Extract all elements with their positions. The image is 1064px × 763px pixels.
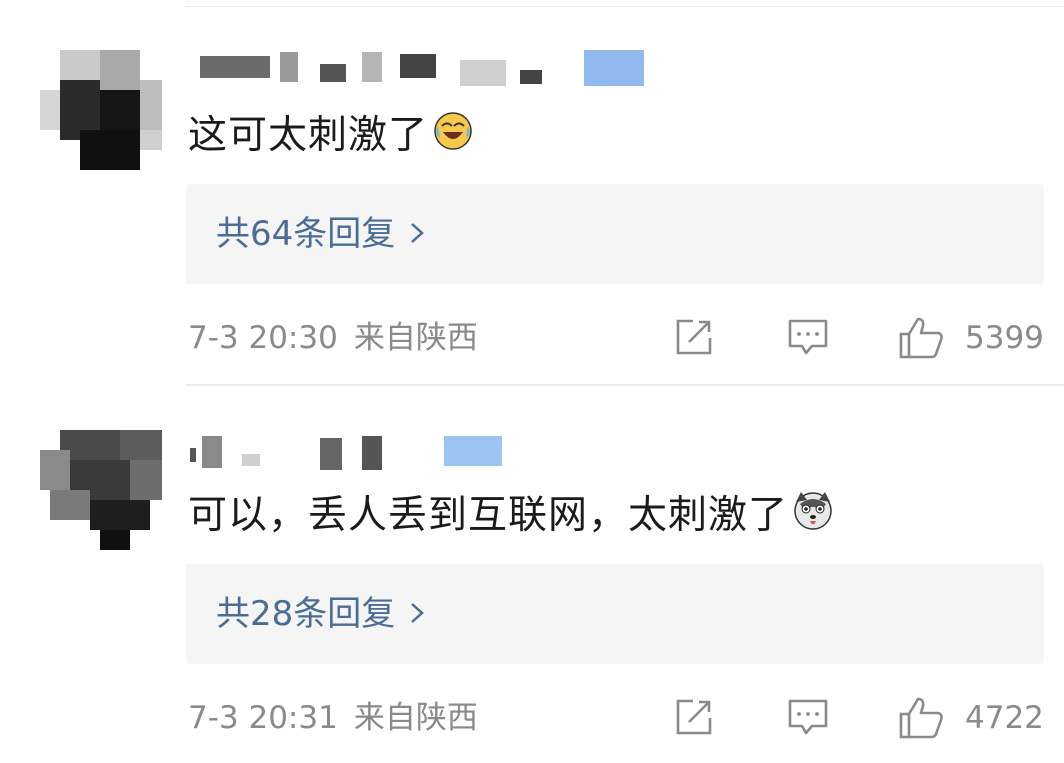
top-divider [186,6,1064,7]
replies-box[interactable]: 共28条回复 [186,564,1044,664]
location: 来自陕西 [353,320,478,356]
share-icon[interactable] [673,696,715,742]
comment-meta: 7-3 20:30 来自陕西 [188,318,478,358]
timestamp: 7-3 20:30 [188,320,338,356]
share-icon[interactable] [673,316,715,362]
thumbs-up-icon[interactable] [898,316,946,364]
like-count: 5399 [965,320,1044,356]
avatar[interactable] [40,50,162,172]
replies-box[interactable]: 共64条回复 [186,184,1044,284]
chevron-right-icon [409,212,425,256]
location: 来自陕西 [353,700,478,736]
replies-link[interactable]: 共64条回复 [216,212,425,256]
like-count: 4722 [965,700,1044,736]
comment-divider [186,384,1064,386]
chevron-right-icon [409,592,425,636]
username-redacted[interactable] [190,46,660,92]
husky-dog-emoji [792,490,834,545]
thumbs-up-icon[interactable] [898,696,946,744]
comment-text: 可以，丢人丢到互联网，太刺激了 [188,490,834,545]
comment-text: 这可太刺激了 [188,110,474,165]
comment-icon[interactable] [786,316,830,362]
comment-icon[interactable] [786,696,830,742]
comment-meta: 7-3 20:31 来自陕西 [188,698,478,738]
avatar[interactable] [40,430,162,552]
timestamp: 7-3 20:31 [188,700,338,736]
username-redacted[interactable] [190,432,660,478]
replies-link[interactable]: 共28条回复 [216,592,425,636]
crying-laughing-emoji [432,110,474,165]
